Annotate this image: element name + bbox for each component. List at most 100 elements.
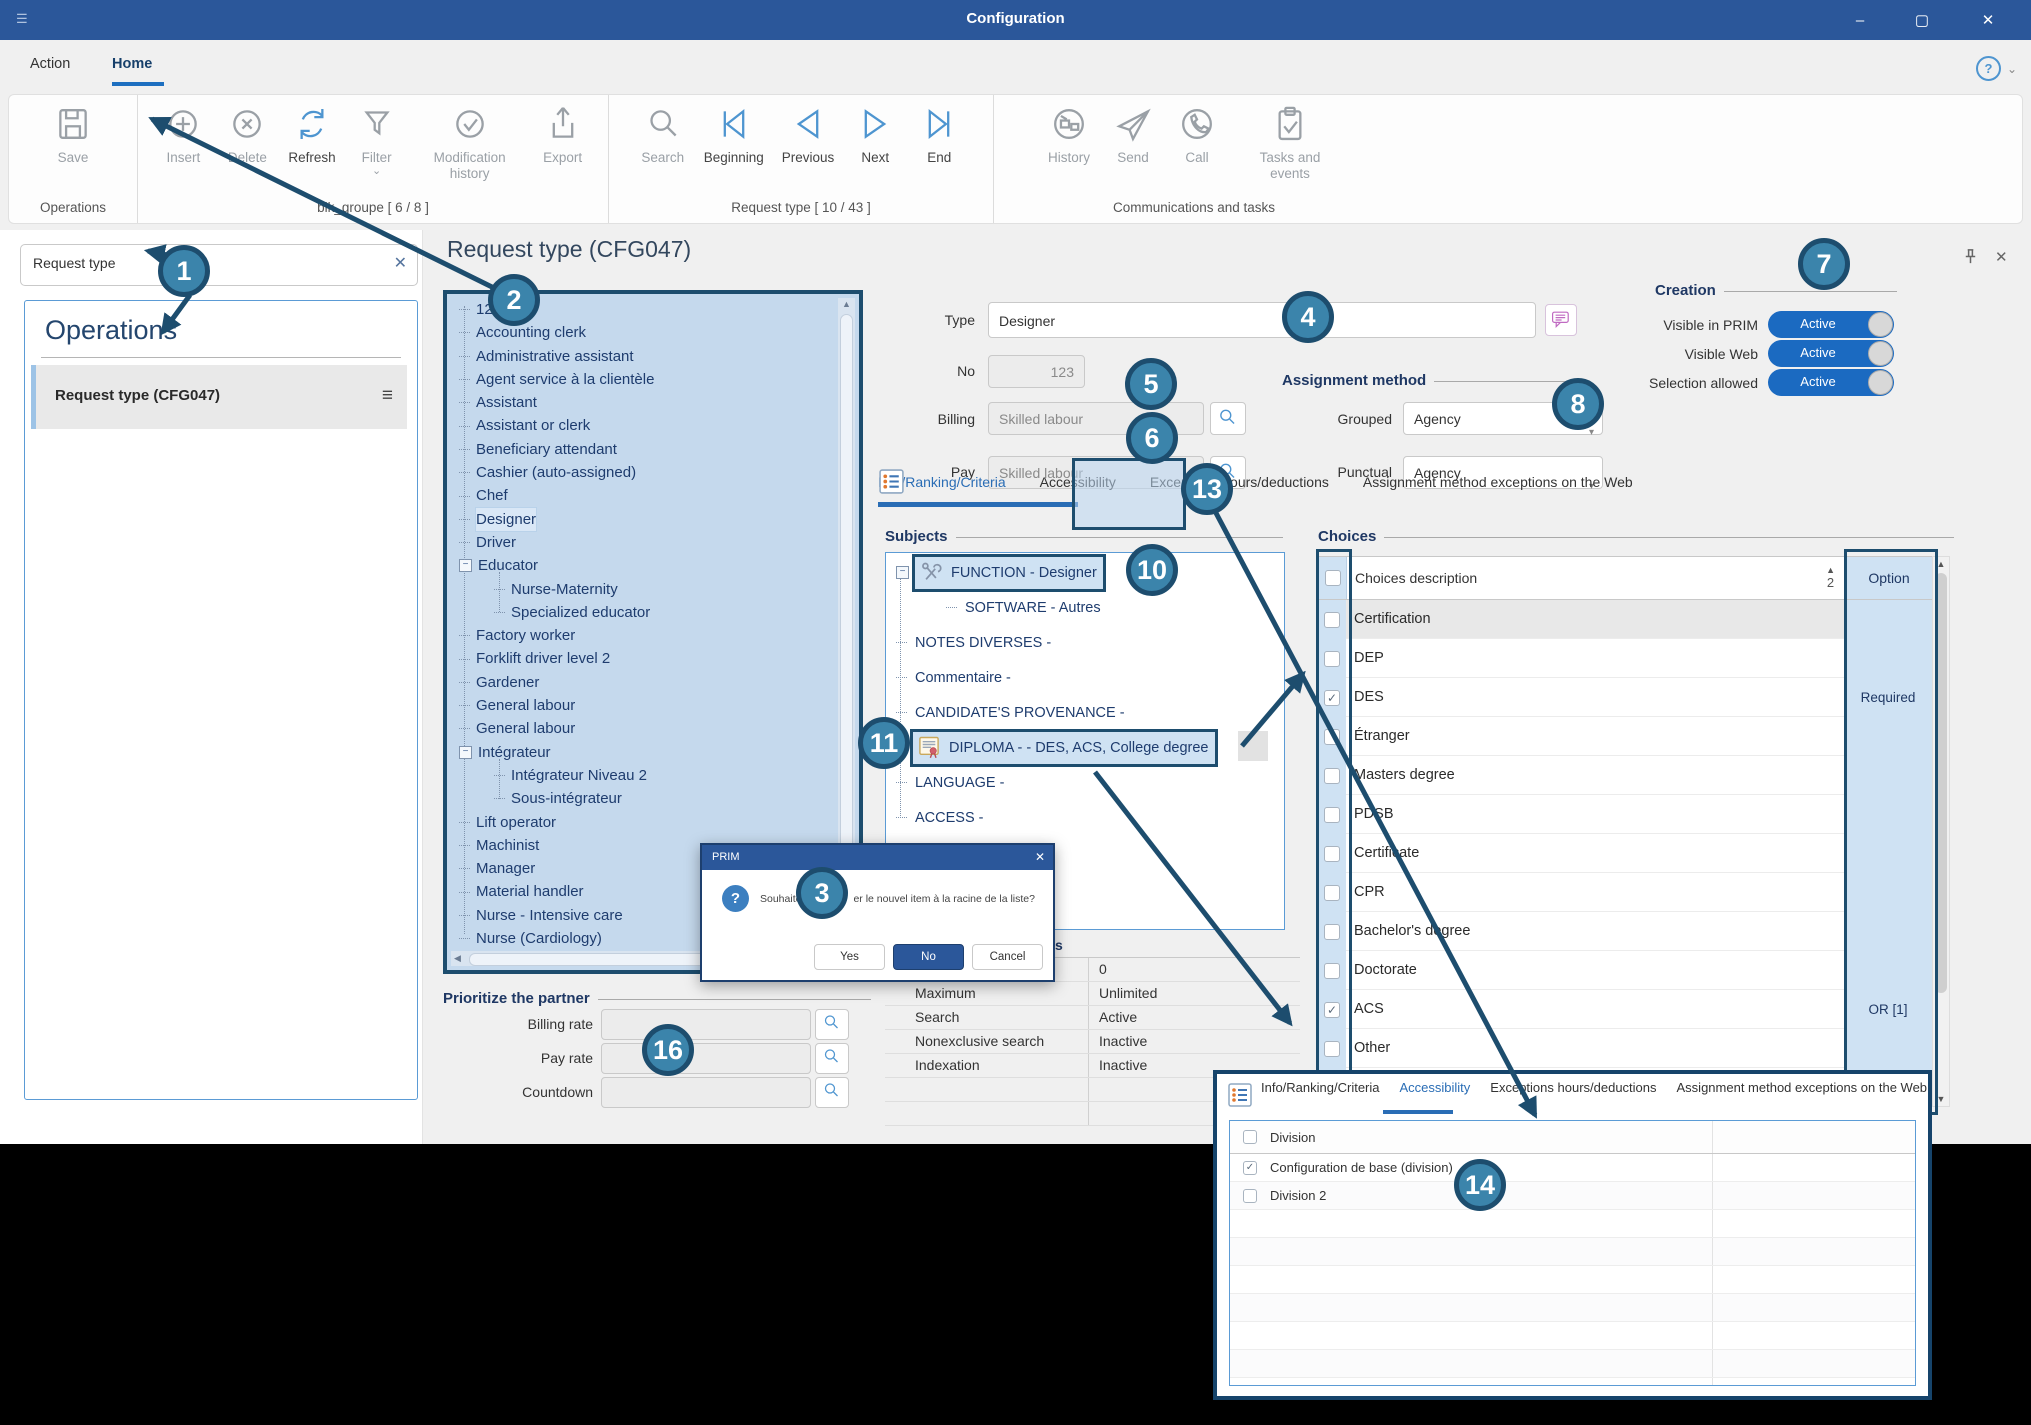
choices-row[interactable]: DEP [1318,639,1950,678]
division-row[interactable]: Configuration de base (division) [1230,1154,1915,1182]
input[interactable] [601,1043,811,1074]
maximize-button[interactable]: ▢ [1900,8,1944,34]
division-row[interactable]: Division 2 [1230,1182,1915,1210]
ribbon-button[interactable]: Beginning [695,101,773,166]
tree-item[interactable]: Designer [451,508,835,531]
ribbon-button[interactable]: Save [41,101,105,166]
row-checkbox[interactable] [1324,846,1340,862]
tree-item[interactable]: Factory worker [451,624,835,647]
ribbon-button[interactable]: Call [1165,101,1229,166]
tree-item[interactable]: Intégrateur [451,741,835,764]
select-all-checkbox[interactable] [1325,570,1341,586]
ribbon-button[interactable]: End [907,101,971,166]
scroll-down-icon[interactable]: ▼ [1933,1094,1949,1104]
tree-item[interactable]: General labour [451,694,835,717]
dialog-button[interactable]: Yes [814,944,885,970]
dialog-close-icon[interactable]: ✕ [1035,845,1045,870]
search-input[interactable]: Request type ✕ [20,244,418,286]
tree-item[interactable]: Educator [451,554,835,577]
division-row[interactable] [1230,1210,1915,1238]
tree-item[interactable]: Driver [451,531,835,554]
choices-row[interactable]: Masters degree [1318,756,1950,795]
ribbon-button[interactable]: Insert [151,101,215,166]
tab[interactable]: Assignment method exceptions on the Web [1677,1080,1928,1095]
tree-item[interactable]: Forklift driver level 2 [451,647,835,670]
subject-item[interactable]: LANGUAGE - [890,765,1280,800]
scrollbar-thumb[interactable] [1935,573,1947,993]
tab[interactable]: Assignment method exceptions on the Web [1363,474,1633,490]
subject-item[interactable]: FUNCTION - Designer [890,555,1280,590]
scroll-up-icon[interactable]: ▲ [1933,559,1949,569]
row-checkbox[interactable] [1324,885,1340,901]
tab[interactable]: Accessibility [1400,1080,1471,1095]
toggle[interactable]: Active [1768,340,1894,367]
choices-row[interactable]: Certification [1318,600,1950,639]
row-checkbox[interactable] [1243,1189,1257,1203]
ribbon-button[interactable]: Filter ⌄ [345,101,409,177]
tree-item[interactable]: Agent service à la clientèle [451,368,835,391]
choices-row[interactable]: Certificate [1318,834,1950,873]
ribbon-button[interactable]: Send [1101,101,1165,166]
division-row[interactable] [1230,1322,1915,1350]
tree-item[interactable]: Sous-intégrateur [451,787,835,810]
vertical-scrollbar[interactable]: ▲ ▼ [1932,556,1950,1107]
tree-item[interactable]: Gardener [451,671,835,694]
ribbon-button[interactable]: Next [843,101,907,166]
tree-item[interactable]: General labour [451,717,835,740]
tab[interactable]: Exceptions hours/deductions [1150,474,1329,490]
choices-table-header[interactable]: Choices description ▲ 2 Option [1318,556,1950,600]
ribbon-button[interactable]: Delete [215,101,279,166]
dialog-button[interactable]: Cancel [972,944,1043,970]
close-button[interactable]: ✕ [1966,8,2010,34]
clear-search-icon[interactable]: ✕ [394,253,407,273]
subject-item[interactable]: CANDIDATE'S PROVENANCE - [890,695,1280,730]
subject-item[interactable]: DIPLOMA - - DES, ACS, College degree [890,730,1280,765]
input[interactable] [601,1077,811,1108]
division-row[interactable] [1230,1294,1915,1322]
tab[interactable]: Accessibility [1040,474,1116,490]
ribbon-button[interactable]: Previous [773,101,844,166]
ribbon-button[interactable]: History [1037,101,1101,166]
type-input[interactable]: Designer [988,302,1536,338]
subject-item[interactable]: ACCESS - [890,800,1280,835]
pin-icon[interactable] [1962,248,1979,265]
minimize-button[interactable]: – [1838,8,1882,34]
row-checkbox[interactable] [1324,924,1340,940]
choices-row[interactable]: Other [1318,1029,1950,1068]
row-checkbox[interactable] [1324,612,1340,628]
row-checkbox[interactable] [1324,768,1340,784]
billing-search-button[interactable] [1210,402,1246,435]
collapse-icon[interactable] [896,566,909,579]
row-checkbox[interactable] [1324,690,1340,706]
row-checkbox[interactable] [1324,1041,1340,1057]
row-checkbox[interactable] [1324,651,1340,667]
tree-item[interactable]: Administrative assistant [451,345,835,368]
close-panel-icon[interactable]: ✕ [1995,248,2008,266]
tab[interactable]: Exceptions hours/deductions [1490,1080,1656,1095]
comment-button[interactable] [1545,304,1577,336]
toggle[interactable]: Active [1768,311,1894,338]
division-row[interactable] [1230,1378,1915,1386]
input[interactable] [601,1009,811,1040]
division-row[interactable] [1230,1266,1915,1294]
tree-item[interactable]: Chef [451,484,835,507]
scroll-up-icon[interactable]: ▲ [838,299,855,309]
choices-row[interactable]: PDSB [1318,795,1950,834]
ribbon-button[interactable]: Refresh [279,101,344,166]
menu-home[interactable]: Home [112,56,152,72]
tree-item[interactable]: Cashier (auto-assigned) [451,461,835,484]
option-column-header[interactable]: Option [1845,557,1933,599]
tree-item[interactable]: Lift operator [451,811,835,834]
menu-action[interactable]: Action [30,56,70,72]
tree-item[interactable]: Nurse-Maternity [451,578,835,601]
choices-row[interactable]: Doctorate [1318,951,1950,990]
tree-item[interactable]: Specialized educator [451,601,835,624]
ribbon-button[interactable]: Tasks and events [1229,101,1351,181]
lookup-button[interactable] [815,1077,849,1108]
ribbon-button[interactable]: Search [631,101,695,166]
division-table-header[interactable]: Division [1230,1121,1915,1154]
lookup-button[interactable] [815,1043,849,1074]
row-checkbox[interactable] [1243,1161,1257,1175]
collapse-icon[interactable] [459,559,472,572]
row-checkbox[interactable] [1324,963,1340,979]
